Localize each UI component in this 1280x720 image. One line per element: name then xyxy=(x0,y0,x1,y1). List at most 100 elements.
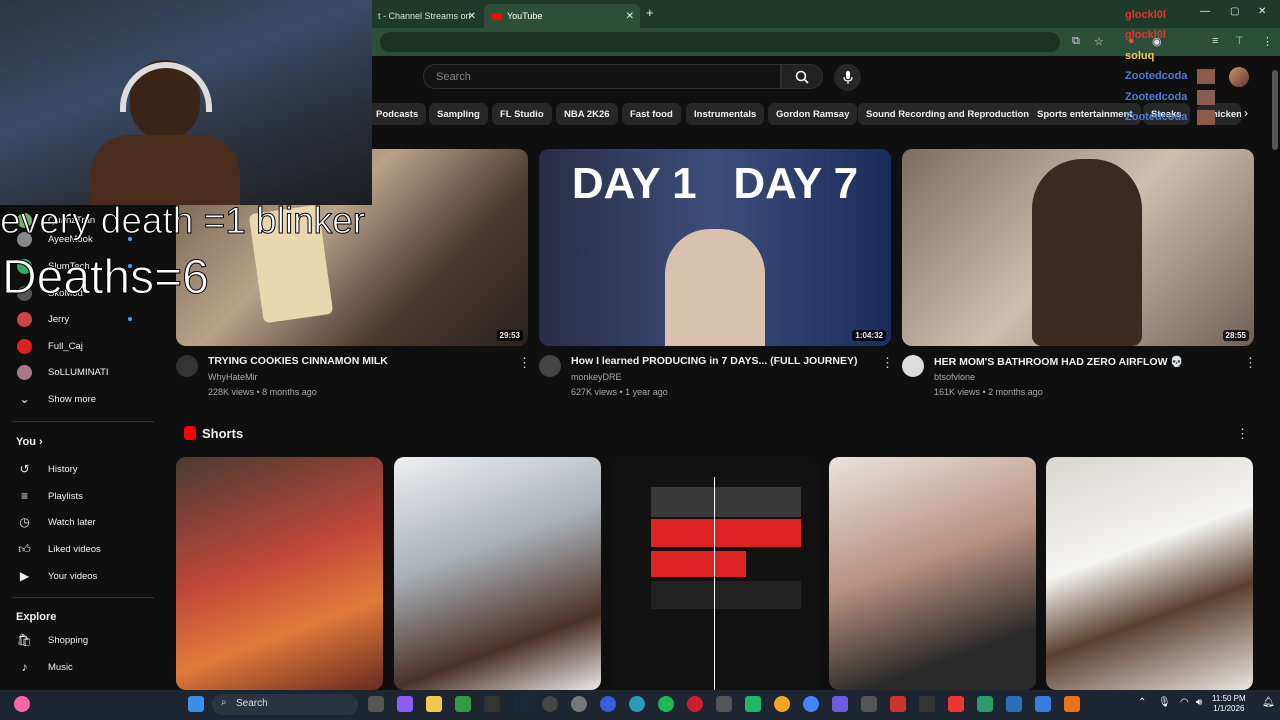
sidebar-item-history[interactable]: ↺ History xyxy=(0,457,155,481)
close-icon[interactable]: ✕ xyxy=(626,11,634,22)
voice-search-button[interactable] xyxy=(834,64,861,91)
more-options-icon[interactable]: ⋮ xyxy=(1244,355,1257,371)
channel-avatar[interactable] xyxy=(902,355,924,377)
media-control-icon[interactable]: ≡ xyxy=(1212,35,1218,47)
app-icon[interactable] xyxy=(745,696,761,712)
sidebar-item-playlists[interactable]: ≡ Playlists xyxy=(0,484,155,508)
opera-icon[interactable] xyxy=(687,696,703,712)
address-field[interactable] xyxy=(380,32,1060,52)
window-close-icon[interactable]: ✕ xyxy=(1258,6,1266,17)
more-options-icon[interactable]: ⋮ xyxy=(881,355,894,371)
browser-menu-icon[interactable]: ⋮ xyxy=(1262,35,1273,48)
page-scrollbar[interactable] xyxy=(1270,56,1280,690)
edge-icon[interactable] xyxy=(629,696,645,712)
sidebar-item-full-caj[interactable]: Full_Caj xyxy=(0,334,155,358)
more-options-icon[interactable]: ⋮ xyxy=(1236,426,1249,442)
short-thumbnail[interactable] xyxy=(176,457,383,690)
app-icon[interactable] xyxy=(1035,696,1051,712)
channel-avatar[interactable] xyxy=(539,355,561,377)
search-input[interactable]: Search xyxy=(423,64,781,89)
taskbar-search[interactable]: Search xyxy=(212,694,358,715)
fl-studio-icon[interactable] xyxy=(1064,696,1080,712)
channel-name[interactable]: WhyHateMir xyxy=(208,372,258,382)
taskbar-clock[interactable]: 11:50 PM 1/1/2026 xyxy=(1212,694,1246,714)
maximize-icon[interactable]: ▢ xyxy=(1230,6,1239,17)
app-icon[interactable] xyxy=(890,696,906,712)
video-title[interactable]: HER MOM'S BATHROOM HAD ZERO AIRFLOW 💀 xyxy=(934,355,1183,368)
sidebar-item-shopping[interactable]: 🛍︎ Shopping xyxy=(0,628,155,652)
short-thumbnail[interactable] xyxy=(394,457,601,690)
account-avatar[interactable] xyxy=(1229,67,1249,87)
waveform-track xyxy=(651,551,746,577)
more-options-icon[interactable]: ⋮ xyxy=(518,355,531,371)
chrome-icon[interactable] xyxy=(803,696,819,712)
sidebar-item-liked-videos[interactable]: 👍︎ Liked videos xyxy=(0,537,155,561)
bookmark-star-icon[interactable]: ☆ xyxy=(1094,35,1104,48)
channel-avatar[interactable] xyxy=(176,355,198,377)
show-more-button[interactable]: ⌄ Show more xyxy=(0,387,155,411)
mic-icon[interactable]: 🎙︎ xyxy=(1158,697,1171,708)
chip[interactable]: FL Studio xyxy=(492,103,552,125)
file-explorer-icon[interactable] xyxy=(426,696,442,712)
app-icon[interactable] xyxy=(1006,696,1022,712)
minimize-icon[interactable]: — xyxy=(1200,6,1210,17)
chevron-right-icon[interactable]: › xyxy=(1244,106,1248,120)
person-image xyxy=(1032,159,1142,346)
app-icon[interactable] xyxy=(600,696,616,712)
search-button[interactable] xyxy=(781,64,823,89)
channel-name[interactable]: monkeyDRE xyxy=(571,372,622,382)
install-app-icon[interactable]: ⧉ xyxy=(1072,35,1080,48)
video-thumbnail[interactable]: 28:55 xyxy=(902,149,1254,346)
chip[interactable]: NBA 2K26 xyxy=(556,103,618,125)
scrollbar-thumb[interactable] xyxy=(1272,70,1278,150)
chip[interactable]: Podcasts xyxy=(368,103,427,125)
sidebar-item-solluminati[interactable]: SoLLUMINATI xyxy=(0,360,155,384)
app-icon[interactable] xyxy=(542,696,558,712)
sidebar-item-music[interactable]: ♪ Music xyxy=(0,655,155,679)
tab-youtube[interactable]: YouTube ✕ xyxy=(484,4,640,28)
task-view-icon[interactable] xyxy=(368,696,384,712)
tab-channel-streams[interactable]: t - Channel Streams on ✕ xyxy=(370,4,482,28)
wifi-icon[interactable]: ◠ xyxy=(1180,697,1189,708)
volume-icon[interactable]: 🔊︎ xyxy=(1196,697,1202,708)
weather-icon[interactable] xyxy=(14,696,30,712)
chip[interactable]: Instrumentals xyxy=(686,103,765,125)
short-thumbnail[interactable] xyxy=(611,457,818,690)
app-icon[interactable] xyxy=(774,696,790,712)
close-icon[interactable]: ✕ xyxy=(468,11,476,22)
sidebar-item-jerry[interactable]: Jerry xyxy=(0,307,155,331)
spotify-icon[interactable] xyxy=(658,696,674,712)
chip[interactable]: Sampling xyxy=(429,103,488,125)
short-thumbnail[interactable] xyxy=(829,457,1036,690)
copilot-icon[interactable] xyxy=(397,696,413,712)
sidebar-item-watch-later[interactable]: ◷ Watch later xyxy=(0,510,155,534)
chip[interactable]: Gordon Ramsay xyxy=(768,103,858,125)
notification-bell-icon[interactable]: 🔔︎ xyxy=(1262,697,1275,708)
video-thumbnail[interactable]: DAY 1 DAY 7 1:04:32 xyxy=(539,149,891,346)
tray-chevron-icon[interactable]: ⌃ xyxy=(1138,697,1146,708)
taskbar-search-label: Search xyxy=(236,698,268,709)
short-thumbnail[interactable] xyxy=(1046,457,1253,690)
sidebar-item-your-videos[interactable]: ▶ Your videos xyxy=(0,564,155,588)
app-icon[interactable] xyxy=(861,696,877,712)
start-button-icon[interactable] xyxy=(188,696,204,712)
video-title[interactable]: How I learned PRODUCING in 7 DAYS... (FU… xyxy=(571,355,857,367)
you-heading[interactable]: You › xyxy=(16,436,43,448)
chip[interactable]: Fast food xyxy=(622,103,681,125)
chip[interactable]: Sports entertainment xyxy=(1029,103,1141,125)
app-icon[interactable] xyxy=(919,696,935,712)
sidebar-item-label: SoLLUMINATI xyxy=(48,366,109,378)
channel-name[interactable]: btsofvlone xyxy=(934,372,975,382)
epic-games-icon[interactable] xyxy=(484,696,500,712)
steam-icon[interactable] xyxy=(513,696,529,712)
tiktok-icon[interactable] xyxy=(948,696,964,712)
app-icon[interactable] xyxy=(832,696,848,712)
profile-icon[interactable]: T xyxy=(1236,35,1243,47)
chip[interactable]: Sound Recording and Reproduction xyxy=(858,103,1038,125)
video-title[interactable]: TRYING COOKIES CINNAMON MILK xyxy=(208,355,388,367)
app-icon[interactable] xyxy=(977,696,993,712)
app-icon[interactable] xyxy=(716,696,732,712)
settings-gear-icon[interactable] xyxy=(571,696,587,712)
xbox-icon[interactable] xyxy=(455,696,471,712)
new-tab-button[interactable]: + xyxy=(646,5,654,20)
